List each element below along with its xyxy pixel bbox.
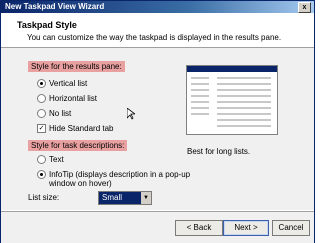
preview-line xyxy=(217,113,271,115)
text-radio[interactable] xyxy=(37,155,46,164)
chevron-down-icon[interactable]: ▼ xyxy=(141,192,151,204)
preview-line xyxy=(217,125,271,127)
infotip-label-line1[interactable]: InfoTip (displays description in a pop-u… xyxy=(49,170,190,179)
preview-line xyxy=(217,89,271,91)
infotip-radio[interactable] xyxy=(37,170,46,179)
wizard-window: New Taskpad View Wizard x Taskpad Style … xyxy=(0,0,315,243)
vertical-list-label[interactable]: Vertical list xyxy=(49,79,87,88)
title-bar[interactable]: New Taskpad View Wizard x xyxy=(1,1,314,13)
window-title: New Taskpad View Wizard xyxy=(5,2,105,11)
wizard-body: Style for the results pane: Vertical lis… xyxy=(1,48,314,210)
preview-line xyxy=(191,95,209,97)
back-button[interactable]: < Back xyxy=(175,220,223,236)
wizard-footer: < Back Next > Cancel xyxy=(1,211,314,243)
preview-line xyxy=(217,77,271,79)
preview-titlebar xyxy=(187,66,277,72)
no-list-radio[interactable] xyxy=(37,109,46,118)
preview-line xyxy=(191,107,209,109)
no-list-label[interactable]: No list xyxy=(49,109,71,118)
preview-caption: Best for long lists. xyxy=(187,147,251,156)
preview-line xyxy=(217,83,271,85)
horizontal-list-radio[interactable] xyxy=(37,94,46,103)
text-label[interactable]: Text xyxy=(49,155,64,164)
preview-line xyxy=(217,119,271,121)
mouse-pointer-icon xyxy=(127,108,135,120)
preview-line xyxy=(217,107,271,109)
horizontal-list-label[interactable]: Horizontal list xyxy=(49,94,97,103)
preview-line xyxy=(191,89,209,91)
cancel-button[interactable]: Cancel xyxy=(272,220,310,236)
list-size-select[interactable]: Small ▼ xyxy=(98,191,152,205)
preview-line xyxy=(217,101,271,103)
list-size-value: Small xyxy=(102,193,123,202)
close-icon[interactable]: x xyxy=(298,2,311,13)
hide-standard-tab-label[interactable]: Hide Standard tab xyxy=(49,124,114,133)
preview-line xyxy=(191,83,209,85)
wizard-header: Taskpad Style You can customize the way … xyxy=(1,14,314,48)
list-size-label: List size: xyxy=(28,193,60,202)
infotip-label-line2: window on hover) xyxy=(49,179,112,188)
next-button[interactable]: Next > xyxy=(223,220,269,236)
taskpad-preview-image xyxy=(186,65,278,135)
results-pane-style-label: Style for the results pane: xyxy=(28,61,125,72)
preview-line xyxy=(191,101,209,103)
preview-line xyxy=(217,95,271,97)
page-subtitle: You can customize the way the taskpad is… xyxy=(27,33,282,42)
preview-line xyxy=(191,113,209,115)
preview-line xyxy=(191,77,209,79)
hide-standard-tab-checkbox[interactable]: ✓ xyxy=(37,124,46,133)
vertical-list-radio[interactable] xyxy=(37,79,46,88)
page-title: Taskpad Style xyxy=(17,20,77,30)
task-descriptions-style-label: Style for task descriptions: xyxy=(28,140,128,151)
